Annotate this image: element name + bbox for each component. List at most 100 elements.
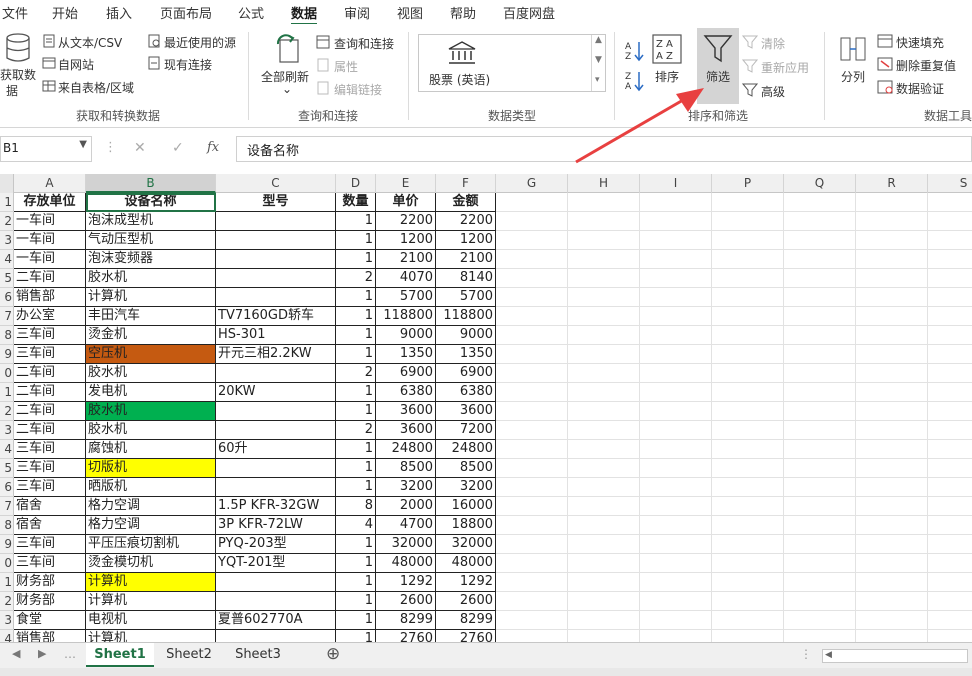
cell-model[interactable] [216, 231, 336, 250]
get-data-button[interactable]: 获取数 [0, 66, 36, 83]
cell-device-name[interactable]: 胶水机 [86, 421, 216, 440]
empty-cell[interactable] [712, 288, 784, 307]
cell-quantity[interactable]: 1 [336, 459, 376, 478]
empty-cell[interactable] [784, 554, 856, 573]
cell-model[interactable] [216, 573, 336, 592]
empty-cell[interactable] [856, 440, 928, 459]
empty-cell[interactable] [568, 345, 640, 364]
column-header-g[interactable]: G [496, 174, 568, 193]
empty-cell[interactable] [928, 516, 972, 535]
empty-cell[interactable] [568, 326, 640, 345]
empty-cell[interactable] [856, 497, 928, 516]
cell-unit-price[interactable]: 4700 [376, 516, 436, 535]
empty-cell[interactable] [928, 383, 972, 402]
sheet-more-icon[interactable]: … [64, 647, 76, 661]
cell-unit[interactable]: 二车间 [14, 402, 86, 421]
empty-cell[interactable] [568, 269, 640, 288]
empty-cell[interactable] [496, 364, 568, 383]
cell-quantity[interactable]: 1 [336, 573, 376, 592]
empty-cell[interactable] [712, 307, 784, 326]
cell-quantity[interactable]: 1 [336, 326, 376, 345]
empty-cell[interactable] [856, 516, 928, 535]
cell-model[interactable] [216, 250, 336, 269]
empty-cell[interactable] [496, 193, 568, 212]
cell-device-name[interactable]: 丰田汽车 [86, 307, 216, 326]
cell-unit[interactable]: 三车间 [14, 345, 86, 364]
empty-cell[interactable] [856, 231, 928, 250]
cell-unit[interactable]: 二车间 [14, 383, 86, 402]
cell-model[interactable] [216, 478, 336, 497]
sheet-tab-sheet2[interactable]: Sheet2 [158, 643, 220, 667]
row-header[interactable]: 7 [0, 307, 14, 326]
enter-icon[interactable]: ✓ [172, 140, 184, 156]
column-header-d[interactable]: D [336, 174, 376, 193]
cell-amount[interactable]: 24800 [436, 440, 496, 459]
cell-device-name[interactable]: 烫金机 [86, 326, 216, 345]
row-header[interactable]: 1 [0, 383, 14, 402]
sheet-tab-sheet3[interactable]: Sheet3 [226, 643, 290, 667]
cell-amount[interactable]: 5700 [436, 288, 496, 307]
empty-cell[interactable] [856, 611, 928, 630]
cell-amount[interactable]: 1350 [436, 345, 496, 364]
cell-model[interactable]: 20KW [216, 383, 336, 402]
empty-cell[interactable] [856, 592, 928, 611]
empty-cell[interactable] [928, 364, 972, 383]
from-text-csv-button[interactable]: 从文本/CSV [58, 34, 122, 51]
row-header[interactable]: 4 [0, 440, 14, 459]
refresh-icon[interactable] [274, 34, 302, 64]
row-header[interactable]: 9 [0, 345, 14, 364]
cell-unit[interactable]: 一车间 [14, 250, 86, 269]
row-header[interactable]: 9 [0, 535, 14, 554]
empty-cell[interactable] [928, 611, 972, 630]
cell-unit[interactable]: 三车间 [14, 459, 86, 478]
empty-cell[interactable] [568, 440, 640, 459]
empty-cell[interactable] [928, 535, 972, 554]
cell-amount[interactable]: 118800 [436, 307, 496, 326]
empty-cell[interactable] [640, 364, 712, 383]
row-header[interactable]: 3 [0, 231, 14, 250]
empty-cell[interactable] [640, 459, 712, 478]
empty-cell[interactable] [640, 611, 712, 630]
cell-model[interactable] [216, 592, 336, 611]
empty-cell[interactable] [712, 193, 784, 212]
row-header[interactable]: 7 [0, 497, 14, 516]
advanced-button[interactable]: 高级 [761, 83, 785, 100]
cell-model[interactable]: 夏普602770A [216, 611, 336, 630]
empty-cell[interactable] [784, 307, 856, 326]
edit-links-button[interactable]: 编辑链接 [334, 81, 382, 98]
empty-cell[interactable] [496, 459, 568, 478]
row-header[interactable]: 2 [0, 592, 14, 611]
row-header[interactable]: 8 [0, 326, 14, 345]
cell-unit[interactable]: 办公室 [14, 307, 86, 326]
tab-review[interactable]: 审阅 [344, 3, 370, 22]
empty-cell[interactable] [568, 535, 640, 554]
cell-unit-price[interactable]: 2760 [376, 630, 436, 642]
cell-quantity[interactable]: 1 [336, 250, 376, 269]
name-box-dropdown-icon[interactable]: ▼ [79, 139, 87, 150]
column-header-a[interactable]: A [14, 174, 86, 193]
tab-data[interactable]: 数据 [291, 3, 318, 25]
tab-baidu-netdisk[interactable]: 百度网盘 [503, 3, 555, 22]
cell-device-name[interactable]: 计算机 [86, 630, 216, 642]
empty-cell[interactable] [712, 630, 784, 642]
empty-cell[interactable] [712, 231, 784, 250]
empty-cell[interactable] [640, 345, 712, 364]
stock-data-type[interactable]: 股票 (英语) [429, 71, 490, 88]
empty-cell[interactable] [712, 402, 784, 421]
cell-quantity[interactable]: 数量 [336, 193, 376, 212]
cell-amount[interactable]: 16000 [436, 497, 496, 516]
cell-quantity[interactable]: 1 [336, 611, 376, 630]
empty-cell[interactable] [928, 212, 972, 231]
cell-quantity[interactable]: 1 [336, 440, 376, 459]
empty-cell[interactable] [640, 307, 712, 326]
empty-cell[interactable] [568, 592, 640, 611]
cell-model[interactable]: PYQ-203型 [216, 535, 336, 554]
empty-cell[interactable] [640, 497, 712, 516]
empty-cell[interactable] [856, 212, 928, 231]
cell-model[interactable]: 型号 [216, 193, 336, 212]
tab-page-layout[interactable]: 页面布局 [160, 3, 212, 22]
cell-amount[interactable]: 3600 [436, 402, 496, 421]
more-options-icon[interactable]: ⋮ [104, 140, 117, 155]
empty-cell[interactable] [568, 421, 640, 440]
empty-cell[interactable] [496, 383, 568, 402]
